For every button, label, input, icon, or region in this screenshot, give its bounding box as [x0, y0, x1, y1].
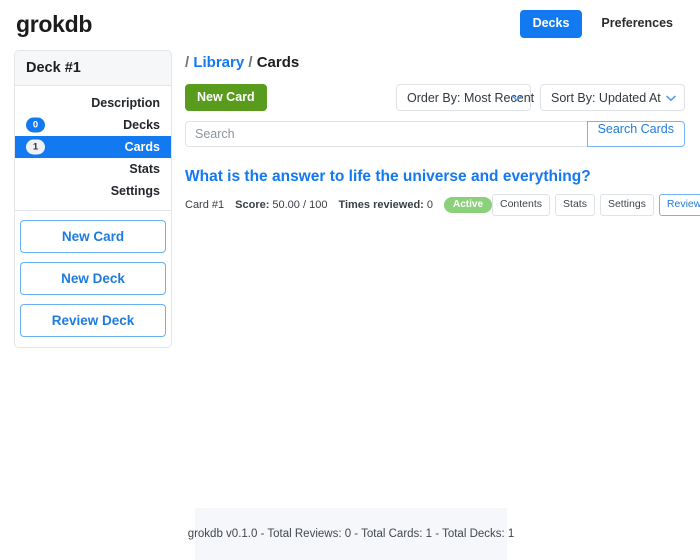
- breadcrumb-current-cards: Cards: [256, 54, 300, 71]
- main-nav: Decks Preferences: [519, 10, 686, 38]
- sidebar-item-label: Settings: [110, 184, 160, 198]
- card-times-reviewed: Times reviewed: 0: [338, 199, 433, 211]
- card-title-link[interactable]: What is the answer to life the universe …: [185, 167, 685, 186]
- sidebar-title: Deck #1: [15, 51, 171, 86]
- chevron-down-icon: [512, 95, 522, 104]
- review-deck-button[interactable]: Review Deck: [20, 304, 166, 337]
- sidebar-nav: Description 0 Decks 1 Cards Stats Settin…: [15, 86, 171, 209]
- sidebar-badge-cards: 1: [26, 139, 45, 155]
- sidebar-item-decks[interactable]: 0 Decks: [15, 114, 171, 136]
- sort-by-value: Sort By: Updated At: [551, 90, 661, 105]
- breadcrumb-separator: /: [248, 54, 253, 71]
- breadcrumb-link-library[interactable]: Library: [193, 54, 244, 71]
- card-score: Score: 50.00 / 100: [235, 199, 327, 211]
- breadcrumb-separator: /: [185, 54, 190, 71]
- app-brand: grokdb: [16, 10, 93, 37]
- order-by-select[interactable]: Order By: Most Recent: [396, 84, 534, 111]
- main-content: / Library / Cards New Card Order By: Mos…: [185, 50, 700, 216]
- footer-stats-text: grokdb v0.1.0 - Total Reviews: 0 - Total…: [187, 528, 515, 540]
- cards-toolbar: New Card Order By: Most Recent Sort By: …: [185, 83, 685, 112]
- sidebar-item-label: Stats: [129, 162, 160, 176]
- card-contents-button[interactable]: Contents: [492, 194, 551, 216]
- card-stats-button[interactable]: Stats: [555, 194, 595, 216]
- chevron-down-icon: [666, 95, 676, 104]
- app-root: grokdb Decks Preferences Deck #1 Descrip…: [0, 0, 700, 560]
- card-score-value: 50.00 / 100: [272, 199, 328, 212]
- sidebar-item-cards[interactable]: 1 Cards: [15, 136, 171, 158]
- card-settings-button[interactable]: Settings: [599, 194, 654, 216]
- card-list-item: What is the answer to life the universe …: [185, 167, 700, 216]
- status-badge: Active: [443, 197, 492, 214]
- new-card-button[interactable]: New Card: [20, 220, 166, 253]
- app-footer: grokdb v0.1.0 - Total Reviews: 0 - Total…: [188, 508, 514, 560]
- search-input[interactable]: [185, 121, 587, 147]
- nav-item-preferences[interactable]: Preferences: [588, 10, 686, 38]
- sidebar-item-label: Decks: [123, 118, 160, 132]
- app-header: grokdb Decks Preferences: [0, 0, 700, 48]
- card-meta-row: Card #1 Score: 50.00 / 100 Times reviewed…: [185, 194, 700, 216]
- sidebar-badge-decks: 0: [26, 117, 45, 133]
- new-deck-button[interactable]: New Deck: [20, 262, 166, 295]
- search-cards-button[interactable]: Search Cards: [586, 121, 685, 147]
- card-id: Card #1: [185, 199, 225, 212]
- nav-item-decks[interactable]: Decks: [519, 10, 583, 38]
- card-score-label: Score:: [235, 199, 270, 212]
- sidebar-item-settings[interactable]: Settings: [15, 180, 171, 202]
- card-times-reviewed-value: 0: [426, 199, 433, 212]
- sidebar-item-label: Description: [91, 96, 160, 110]
- card-review-button[interactable]: Review: [658, 194, 700, 216]
- search-row: Search Cards: [185, 121, 685, 147]
- sort-by-select[interactable]: Sort By: Updated At: [540, 84, 685, 111]
- breadcrumb: / Library / Cards: [185, 50, 685, 71]
- toolbar-new-card-button[interactable]: New Card: [185, 83, 267, 112]
- deck-sidebar: Deck #1 Description 0 Decks 1 Cards Stat…: [14, 50, 172, 348]
- card-actions: Contents Stats Settings Review: [492, 194, 700, 216]
- sidebar-item-label: Cards: [124, 140, 160, 154]
- card-times-reviewed-label: Times reviewed:: [338, 199, 424, 212]
- toolbar-filters: Order By: Most Recent Sort By: Updated A…: [396, 84, 685, 111]
- sidebar-actions: New Card New Deck Review Deck: [15, 210, 171, 337]
- card-meta: Card #1 Score: 50.00 / 100 Times reviewed…: [185, 197, 492, 214]
- sidebar-item-stats[interactable]: Stats: [15, 158, 171, 180]
- sidebar-item-description[interactable]: Description: [15, 92, 171, 114]
